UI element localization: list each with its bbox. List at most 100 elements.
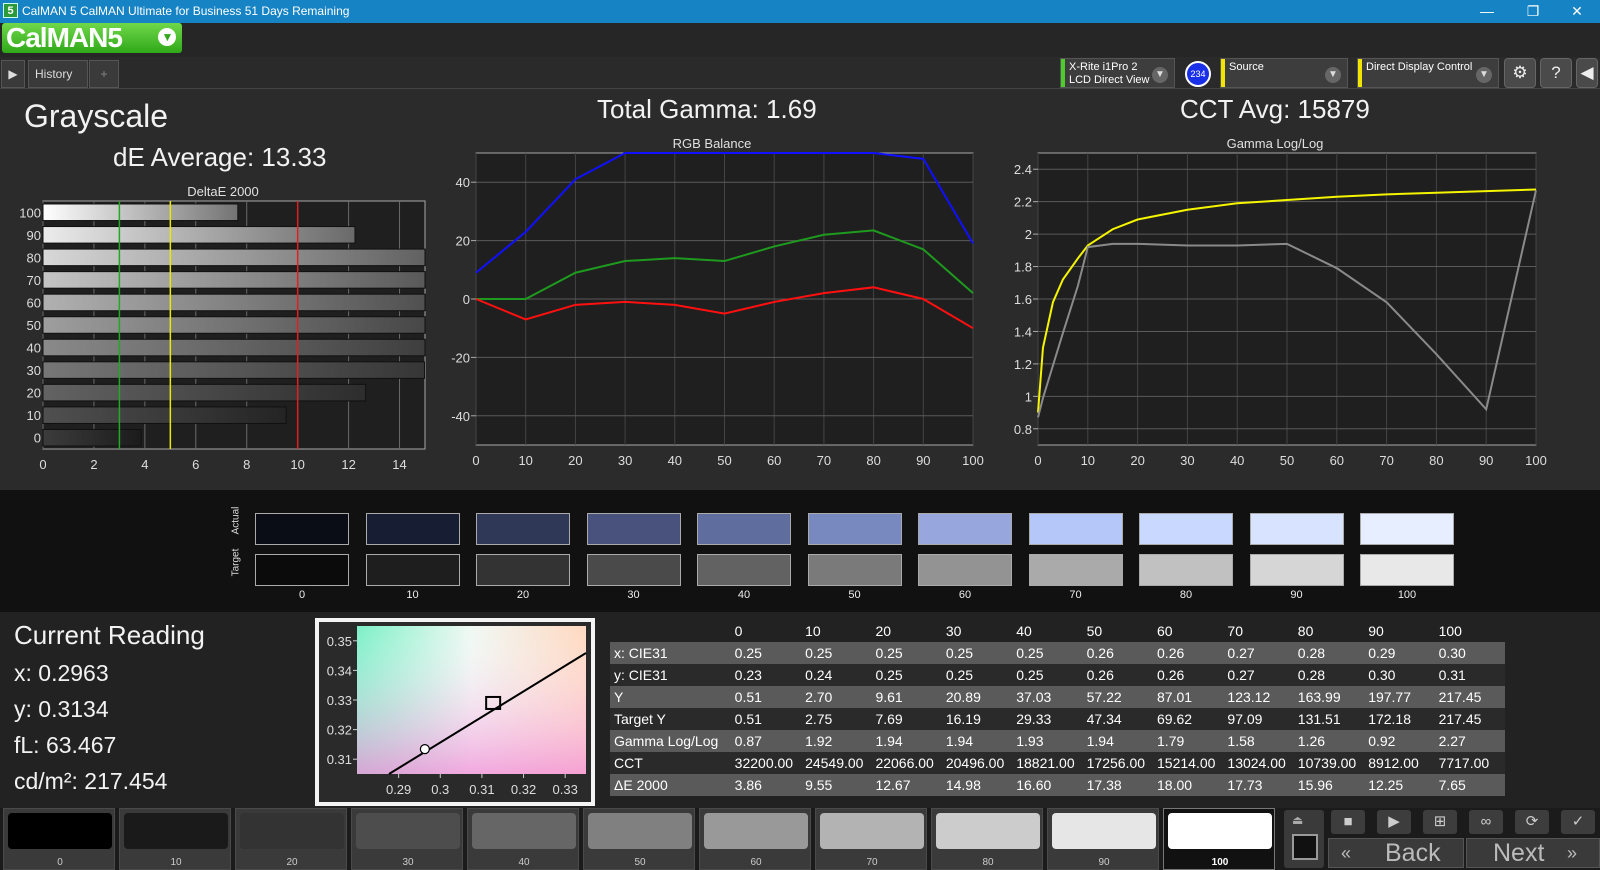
cie-x-tick: 0.33 — [553, 782, 578, 797]
deltae-y-tick: 30 — [27, 363, 41, 378]
next-button[interactable]: Next » — [1466, 838, 1600, 868]
step-pattern-preview — [1168, 813, 1272, 849]
settings-gear-icon[interactable]: ⚙ — [1504, 58, 1536, 88]
step-pattern-preview — [588, 813, 692, 849]
collapse-arrow-icon[interactable]: ◀ — [1576, 58, 1598, 88]
swatch-grid: 0 10 20 30 40 50 60 70 80 90 100 — [255, 513, 1455, 603]
maximize-button[interactable]: ❐ — [1510, 0, 1556, 23]
actual-row-label: Actual — [230, 506, 242, 535]
step-button[interactable]: 20 — [235, 808, 347, 870]
source-selector[interactable]: Source ▼ — [1220, 58, 1348, 88]
refresh-icon[interactable]: ⟳ — [1515, 810, 1549, 834]
deltae-chart-title: DeltaE 2000 — [187, 184, 259, 199]
deltae-bar — [42, 383, 367, 402]
tab-history-1[interactable]: History 1 — [28, 60, 88, 107]
step-button[interactable]: 50 — [583, 808, 695, 870]
gam-y-tick: 2 — [1025, 227, 1032, 242]
table-row: Gamma Log/Log 0.87 1.92 1.94 1.94 1.93 1.94 1.7… — [610, 730, 1505, 752]
back-button[interactable]: « Back — [1328, 838, 1464, 868]
table-cell: 0.24 — [801, 664, 872, 686]
gam-x-tick: 90 — [1479, 453, 1493, 468]
table-cell: 7717.00 — [1434, 752, 1505, 774]
current-reading-title: Current Reading — [14, 620, 205, 650]
table-cell: 1.79 — [1153, 730, 1224, 752]
actual-swatch — [1249, 513, 1344, 545]
play-icon[interactable]: ▶ — [1377, 810, 1411, 834]
meter-badge[interactable]: 234 — [1185, 61, 1211, 87]
table-cell: 87.01 — [1153, 686, 1224, 708]
table-header-cell: 90 — [1364, 620, 1435, 642]
help-icon[interactable]: ? — [1540, 58, 1572, 88]
gam-y-tick: 2.2 — [1014, 195, 1032, 210]
step-button[interactable]: 60 — [699, 808, 811, 870]
reading-x: x: 0.2963 — [14, 660, 109, 686]
table-cell: 0.23 — [730, 664, 802, 686]
next-arrow-icon: » — [1567, 843, 1578, 863]
step-pattern-preview — [8, 813, 112, 849]
table-cell: 1.94 — [871, 730, 942, 752]
table-cell: 0.30 — [1364, 664, 1435, 686]
table-header-cell: 30 — [941, 620, 1013, 642]
swatch-label: 60 — [958, 589, 972, 601]
table-cell: 163.99 — [1293, 686, 1365, 708]
deltae-y-tick: 80 — [27, 250, 41, 265]
deltae-bar — [42, 316, 426, 334]
table-cell: 0.26 — [1153, 642, 1224, 664]
gam-x-tick: 20 — [1130, 453, 1144, 468]
stop-icon[interactable]: ■ — [1331, 810, 1365, 834]
step-button[interactable]: 0 — [3, 808, 115, 870]
calman-logo-menu[interactable]: CalMAN5 ▼ — [2, 23, 182, 53]
table-header-cell: 10 — [801, 620, 872, 642]
chevron-down-icon: ▼ — [1476, 67, 1492, 83]
minimize-button[interactable]: — — [1464, 0, 1510, 23]
deltae-x-tick: 14 — [392, 457, 406, 472]
meter-selector[interactable]: X-Rite i1Pro 2 LCD Direct View ▼ — [1060, 58, 1175, 88]
close-button[interactable]: ✕ — [1554, 0, 1600, 23]
app-icon: 5 — [3, 3, 18, 18]
play-workflow-button[interactable]: ▶ — [1, 60, 25, 88]
charts-svg: DeltaE 2000 0 2 4 6 8 10 12 1410090807060504030… — [19, 136, 1547, 472]
deltae-bar — [42, 293, 426, 312]
display-control-selector[interactable]: Direct Display Control ▼ — [1357, 58, 1499, 88]
deltae-y-tick: 10 — [27, 408, 41, 423]
table-header-cell: 80 — [1293, 620, 1365, 642]
table-cell: 0.25 — [871, 642, 942, 664]
table-cell: 14.98 — [941, 774, 1013, 796]
table-cell: Gamma Log/Log — [610, 730, 731, 752]
step-button[interactable]: 10 — [119, 808, 231, 870]
continuous-icon[interactable]: ∞ — [1469, 810, 1503, 834]
table-cell: 12.67 — [871, 774, 942, 796]
step-pattern-preview — [820, 813, 924, 849]
rgb-y-tick: -20 — [451, 350, 470, 365]
step-button[interactable]: 90 — [1047, 808, 1159, 870]
table-cell: 197.77 — [1364, 686, 1435, 708]
checkmark-icon[interactable]: ✓ — [1561, 810, 1595, 834]
table-cell: 0.25 — [871, 664, 942, 686]
target-swatch — [697, 554, 791, 586]
back-arrow-icon: « — [1341, 843, 1352, 863]
step-button[interactable]: 30 — [351, 808, 463, 870]
brand-bar — [0, 23, 1600, 57]
read-series-icon[interactable]: ⊞ — [1423, 810, 1457, 834]
step-label: 70 — [866, 857, 878, 868]
target-swatch — [807, 554, 902, 586]
table-cell: 29.33 — [1012, 708, 1083, 730]
swatch-label: 100 — [1397, 589, 1417, 601]
step-button[interactable]: 80 — [931, 808, 1043, 870]
table-header-cell: 100 — [1434, 620, 1505, 642]
step-pattern-preview — [704, 813, 808, 849]
deltae-y-tick: 50 — [27, 318, 41, 333]
step-button[interactable]: 70 — [815, 808, 927, 870]
add-tab-button[interactable]: + — [89, 60, 119, 88]
table-cell: 123.12 — [1223, 686, 1294, 708]
table-cell: 47.34 — [1082, 708, 1154, 730]
step-button[interactable]: 40 — [467, 808, 579, 870]
table-cell: 18.00 — [1153, 774, 1224, 796]
step-button[interactable]: 100 — [1163, 808, 1275, 870]
table-cell: 57.22 — [1082, 686, 1154, 708]
table-header-row: 0 10 20 30 40 50 60 70 80 90 100 — [610, 620, 1505, 642]
swatch-label: 40 — [737, 589, 751, 601]
stop-pattern-icon[interactable] — [1292, 834, 1318, 860]
actual-swatch — [807, 513, 902, 545]
swatch-label: 0 — [298, 589, 306, 601]
